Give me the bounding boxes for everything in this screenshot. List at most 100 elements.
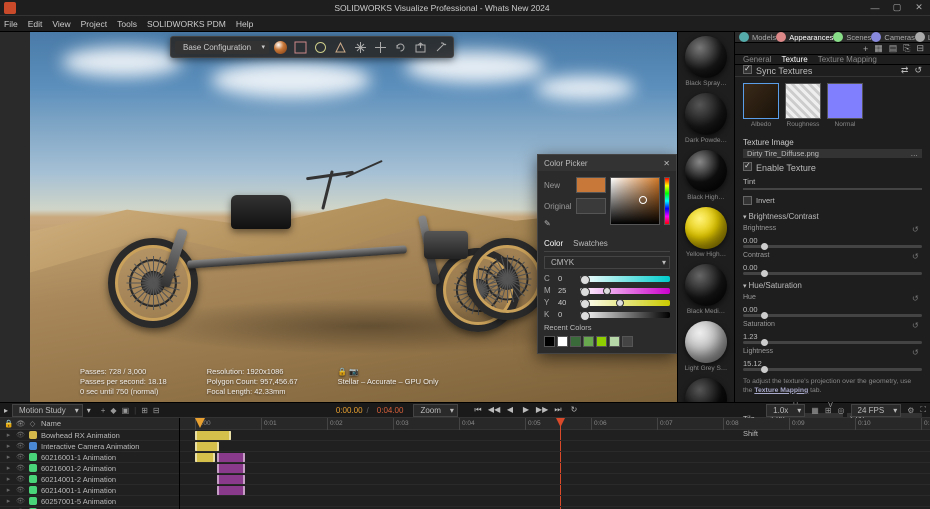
menu-project[interactable]: Project bbox=[81, 19, 107, 29]
timeline-expand-icon[interactable]: ▸ bbox=[4, 406, 8, 415]
add-icon[interactable]: + bbox=[863, 44, 868, 54]
tl-right-icon-2[interactable]: ⊞ bbox=[825, 406, 832, 415]
texture-thumb-albedo[interactable]: Albedo bbox=[743, 83, 779, 128]
config-dropdown[interactable]: Base Configuration bbox=[175, 41, 269, 54]
timeline-track-row[interactable]: ▸👁60257001-5 Animation bbox=[0, 496, 179, 507]
panel-tab-libraries[interactable]: Libraries bbox=[915, 32, 930, 42]
timeline-chevron-icon[interactable]: ▾ bbox=[87, 406, 91, 415]
recent-swatch[interactable] bbox=[583, 336, 594, 347]
step-fwd-icon[interactable]: ▶▶ bbox=[536, 405, 548, 415]
timeline-clip[interactable] bbox=[217, 464, 245, 473]
timeline-clip[interactable] bbox=[217, 475, 245, 484]
color-mode-dropdown[interactable]: CMYK bbox=[544, 256, 670, 269]
tl-key-icon[interactable]: ◆ bbox=[110, 406, 116, 415]
menu-solidworks-pdm[interactable]: SOLIDWORKS PDM bbox=[147, 19, 226, 29]
playback-scale-dropdown[interactable]: 1.0x bbox=[766, 404, 805, 417]
timeline-track-row[interactable]: ▸👁Bowhead RX Animation bbox=[0, 430, 179, 441]
timeline-lane[interactable] bbox=[180, 496, 930, 507]
hue-reset-icon[interactable]: ↺ bbox=[912, 294, 922, 304]
invert-checkbox[interactable] bbox=[743, 196, 752, 205]
subtab-texture[interactable]: Texture bbox=[781, 55, 807, 64]
enable-texture-checkbox[interactable] bbox=[743, 162, 752, 171]
material-item[interactable]: Black Anod… bbox=[680, 378, 732, 402]
material-item[interactable]: Dark Powde… bbox=[680, 93, 732, 144]
sync-textures-checkbox[interactable] bbox=[743, 65, 752, 74]
appearance-sphere-icon[interactable] bbox=[271, 38, 289, 56]
saturation-slider[interactable] bbox=[743, 341, 922, 344]
brightness-slider[interactable] bbox=[743, 245, 922, 248]
timeline-lane[interactable] bbox=[180, 452, 930, 463]
menu-edit[interactable]: Edit bbox=[28, 19, 43, 29]
refresh-icon[interactable] bbox=[391, 38, 409, 56]
timeline-ruler[interactable]: 0:000:010:020:030:040:050:060:070:080:09… bbox=[180, 418, 930, 430]
timeline-clip[interactable] bbox=[217, 486, 245, 495]
zoom-dropdown[interactable]: Zoom bbox=[413, 404, 457, 417]
brightness-contrast-group[interactable]: Brightness/Contrast bbox=[735, 209, 930, 224]
tl-right-icon-3[interactable]: ◎ bbox=[838, 406, 845, 415]
timeline-lane[interactable] bbox=[180, 430, 930, 441]
material-item[interactable]: Light Grey S… bbox=[680, 321, 732, 372]
timeline-track-row[interactable]: ▸👁60214001-2 Animation bbox=[0, 474, 179, 485]
material-item[interactable]: Black Medi… bbox=[680, 264, 732, 315]
subtab-texture-mapping[interactable]: Texture Mapping bbox=[818, 55, 877, 64]
wand-icon[interactable] bbox=[431, 38, 449, 56]
recent-swatch[interactable] bbox=[622, 336, 633, 347]
recent-swatch[interactable] bbox=[570, 336, 581, 347]
channel-M-slider[interactable] bbox=[580, 288, 670, 294]
saturation-reset-icon[interactable]: ↺ bbox=[912, 321, 922, 331]
texture-mapping-link[interactable]: Texture Mapping bbox=[754, 387, 808, 394]
col-lock-icon[interactable]: 🔒 bbox=[4, 419, 13, 428]
recent-swatch[interactable] bbox=[596, 336, 607, 347]
tl-cam-icon[interactable]: ▣ bbox=[122, 406, 130, 415]
timeline-clip[interactable] bbox=[195, 431, 231, 440]
panel-tab-models[interactable]: Models bbox=[739, 32, 776, 42]
color-gradient-box[interactable] bbox=[610, 177, 660, 225]
channel-C-slider[interactable] bbox=[580, 276, 670, 282]
tool-icon-3[interactable] bbox=[331, 38, 349, 56]
menu-file[interactable]: File bbox=[4, 19, 18, 29]
color-picker-close-icon[interactable]: ✕ bbox=[663, 159, 670, 168]
panel-icon-3[interactable]: ⎘ bbox=[903, 43, 910, 54]
timeline-lane[interactable] bbox=[180, 441, 930, 452]
recent-swatch[interactable] bbox=[544, 336, 555, 347]
recent-swatch[interactable] bbox=[557, 336, 568, 347]
loop-icon[interactable]: ↻ bbox=[568, 405, 580, 415]
texture-thumb-normal[interactable]: Normal bbox=[827, 83, 863, 128]
texture-file-field[interactable]: Dirty Tire_Diffuse.png… bbox=[743, 149, 922, 158]
panel-icon-2[interactable]: ▤ bbox=[889, 43, 898, 54]
hue-strip[interactable] bbox=[664, 177, 670, 225]
close-button[interactable]: ✕ bbox=[912, 2, 926, 14]
panel-tab-appearances[interactable]: Appearances bbox=[776, 32, 833, 42]
brightness-reset-icon[interactable]: ↺ bbox=[912, 225, 922, 235]
panel-icon-4[interactable]: ⊟ bbox=[916, 43, 924, 54]
timeline-track-row[interactable]: ▸👁60216001-1 Animation bbox=[0, 452, 179, 463]
timeline-clip[interactable] bbox=[195, 442, 219, 451]
tl-tool-icon-2[interactable]: ⊟ bbox=[153, 406, 160, 415]
step-back-icon[interactable]: ◀◀ bbox=[488, 405, 500, 415]
lightness-reset-icon[interactable]: ↺ bbox=[912, 348, 922, 358]
export-icon[interactable] bbox=[411, 38, 429, 56]
timeline-track-row[interactable]: ▸👁Interactive Camera Animation bbox=[0, 441, 179, 452]
timeline-clip[interactable] bbox=[195, 453, 215, 462]
eyedropper-icon[interactable]: ✎ bbox=[544, 219, 551, 228]
subtab-general[interactable]: General bbox=[743, 55, 771, 64]
col-type-icon[interactable]: ◇ bbox=[28, 419, 37, 428]
play-back-icon[interactable]: ◀ bbox=[504, 405, 516, 415]
tab-swatches[interactable]: Swatches bbox=[573, 239, 608, 248]
viewport[interactable]: Base Configuration Passes: 728 / 3,000Pa… bbox=[30, 32, 677, 402]
contrast-reset-icon[interactable]: ↺ bbox=[912, 252, 922, 262]
tool-icon-4[interactable] bbox=[351, 38, 369, 56]
hue-slider[interactable] bbox=[743, 314, 922, 317]
motion-study-dropdown[interactable]: Motion Study bbox=[12, 404, 83, 417]
tool-icon-1[interactable] bbox=[291, 38, 309, 56]
trike-model[interactable] bbox=[108, 162, 548, 329]
tool-icon-5[interactable] bbox=[371, 38, 389, 56]
panel-tab-scenes[interactable]: Scenes bbox=[833, 32, 871, 42]
texture-thumb-roughness[interactable]: Roughness bbox=[785, 83, 821, 128]
goto-end-icon[interactable]: ⏭ bbox=[552, 405, 564, 415]
tab-color[interactable]: Color bbox=[544, 239, 563, 248]
menu-help[interactable]: Help bbox=[236, 19, 253, 29]
hue-saturation-group[interactable]: Hue/Saturation bbox=[735, 278, 930, 293]
timeline-lane[interactable] bbox=[180, 485, 930, 496]
tool-icon-2[interactable] bbox=[311, 38, 329, 56]
